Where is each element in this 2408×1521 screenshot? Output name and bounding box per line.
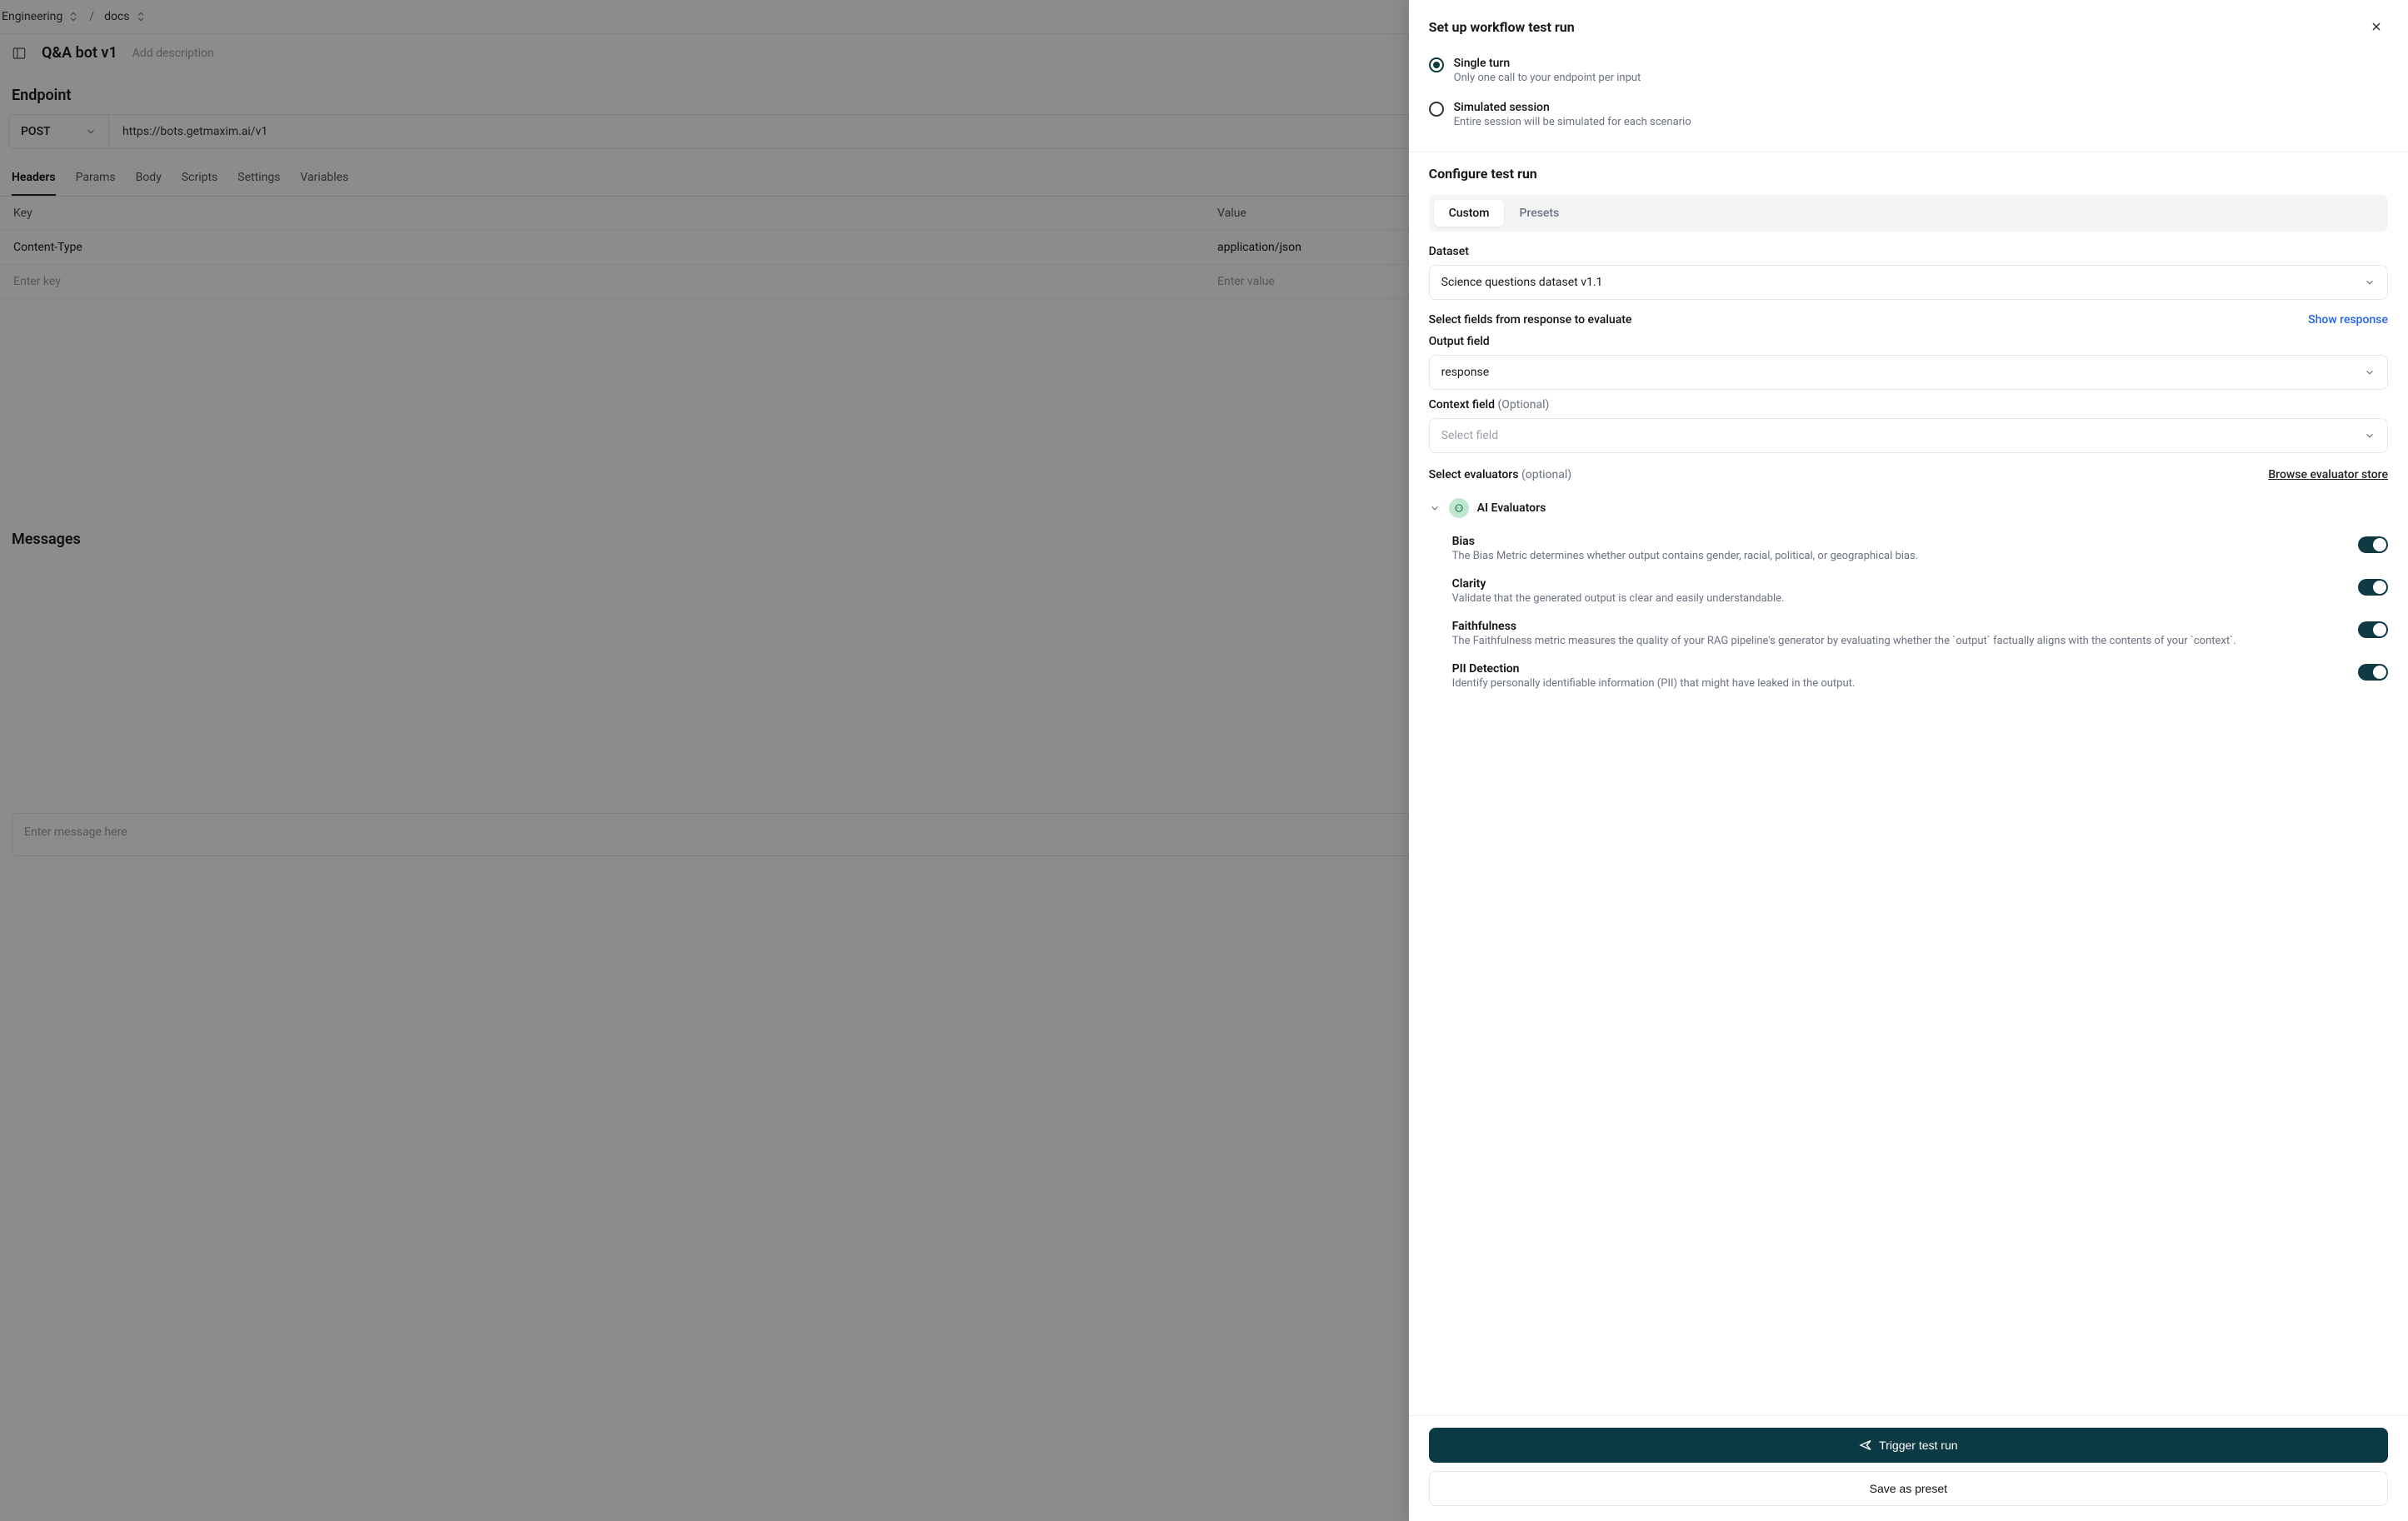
seg-presets[interactable]: Presets bbox=[1504, 200, 1574, 227]
context-field-placeholder: Select field bbox=[1441, 429, 1498, 442]
mode-radio-group: Single turn Only one call to your endpoi… bbox=[1409, 43, 2408, 152]
chevron-down-icon bbox=[2364, 430, 2376, 441]
drawer-title: Set up workflow test run bbox=[1429, 19, 1575, 35]
radio-description: Entire session will be simulated for eac… bbox=[1454, 116, 1691, 128]
seg-custom[interactable]: Custom bbox=[1434, 200, 1505, 227]
evaluators-label: Select evaluators (optional) bbox=[1429, 468, 1572, 481]
evaluator-group-header[interactable]: AI Evaluators bbox=[1429, 490, 2388, 526]
context-field-label: Context field (Optional) bbox=[1429, 398, 2388, 411]
close-button[interactable] bbox=[2365, 15, 2388, 38]
radio-description: Only one call to your endpoint per input bbox=[1454, 72, 1641, 84]
dataset-select[interactable]: Science questions dataset v1.1 bbox=[1429, 265, 2388, 300]
mode-single-turn[interactable]: Single turn Only one call to your endpoi… bbox=[1429, 48, 2388, 92]
evaluators-label-text: Select evaluators bbox=[1429, 468, 1519, 481]
configure-heading: Configure test run bbox=[1429, 166, 2388, 182]
fields-section-label: Select fields from response to evaluate bbox=[1429, 313, 1632, 327]
chevron-down-icon bbox=[1429, 502, 1441, 514]
evaluator-pii-detection: PII Detection Identify personally identi… bbox=[1429, 654, 2388, 696]
output-field-value: response bbox=[1441, 366, 1490, 379]
radio-icon bbox=[1429, 102, 1444, 117]
output-field-label: Output field bbox=[1429, 335, 2388, 348]
dataset-label: Dataset bbox=[1429, 245, 2388, 258]
radio-icon bbox=[1429, 57, 1444, 72]
config-segmented-control: Custom Presets bbox=[1429, 195, 2388, 232]
chevron-down-icon bbox=[2364, 277, 2376, 288]
evaluator-faithfulness: Faithfulness The Faithfulness metric mea… bbox=[1429, 611, 2388, 654]
radio-label: Simulated session bbox=[1454, 101, 1691, 114]
optional-hint: (optional) bbox=[1521, 468, 1571, 481]
evaluator-name: Clarity bbox=[1452, 577, 2345, 591]
context-field-label-text: Context field bbox=[1429, 398, 1495, 411]
close-icon bbox=[2370, 20, 2383, 33]
evaluator-toggle[interactable] bbox=[2358, 664, 2388, 681]
evaluator-group-title: AI Evaluators bbox=[1477, 501, 1546, 515]
button-label: Save as preset bbox=[1870, 1482, 1947, 1495]
ai-badge-icon bbox=[1449, 498, 1469, 518]
trigger-test-run-button[interactable]: Trigger test run bbox=[1429, 1428, 2388, 1463]
evaluator-name: Bias bbox=[1452, 535, 2345, 548]
drawer-footer: Trigger test run Save as preset bbox=[1409, 1415, 2408, 1521]
save-as-preset-button[interactable]: Save as preset bbox=[1429, 1471, 2388, 1506]
evaluator-description: Validate that the generated output is cl… bbox=[1452, 592, 2274, 605]
evaluator-toggle[interactable] bbox=[2358, 536, 2388, 553]
evaluator-description: The Bias Metric determines whether outpu… bbox=[1452, 550, 2274, 562]
test-run-drawer: Set up workflow test run Single turn Onl… bbox=[1409, 0, 2408, 1521]
evaluator-toggle[interactable] bbox=[2358, 621, 2388, 638]
radio-label: Single turn bbox=[1454, 57, 1641, 70]
mode-simulated-session[interactable]: Simulated session Entire session will be… bbox=[1429, 92, 2388, 137]
evaluator-description: The Faithfulness metric measures the qua… bbox=[1452, 635, 2274, 647]
dataset-value: Science questions dataset v1.1 bbox=[1441, 276, 1603, 289]
evaluator-clarity: Clarity Validate that the generated outp… bbox=[1429, 569, 2388, 611]
evaluator-description: Identify personally identifiable informa… bbox=[1452, 677, 2274, 690]
output-field-select[interactable]: response bbox=[1429, 355, 2388, 390]
show-response-link[interactable]: Show response bbox=[2308, 313, 2388, 327]
evaluator-toggle[interactable] bbox=[2358, 579, 2388, 596]
send-icon bbox=[1859, 1439, 1872, 1452]
context-field-select[interactable]: Select field bbox=[1429, 418, 2388, 453]
evaluator-bias: Bias The Bias Metric determines whether … bbox=[1429, 526, 2388, 569]
chevron-down-icon bbox=[2364, 367, 2376, 378]
evaluator-name: Faithfulness bbox=[1452, 620, 2345, 633]
optional-hint: (Optional) bbox=[1498, 398, 1550, 411]
button-label: Trigger test run bbox=[1879, 1439, 1957, 1452]
browse-evaluator-store-link[interactable]: Browse evaluator store bbox=[2268, 468, 2388, 481]
evaluator-name: PII Detection bbox=[1452, 662, 2345, 676]
